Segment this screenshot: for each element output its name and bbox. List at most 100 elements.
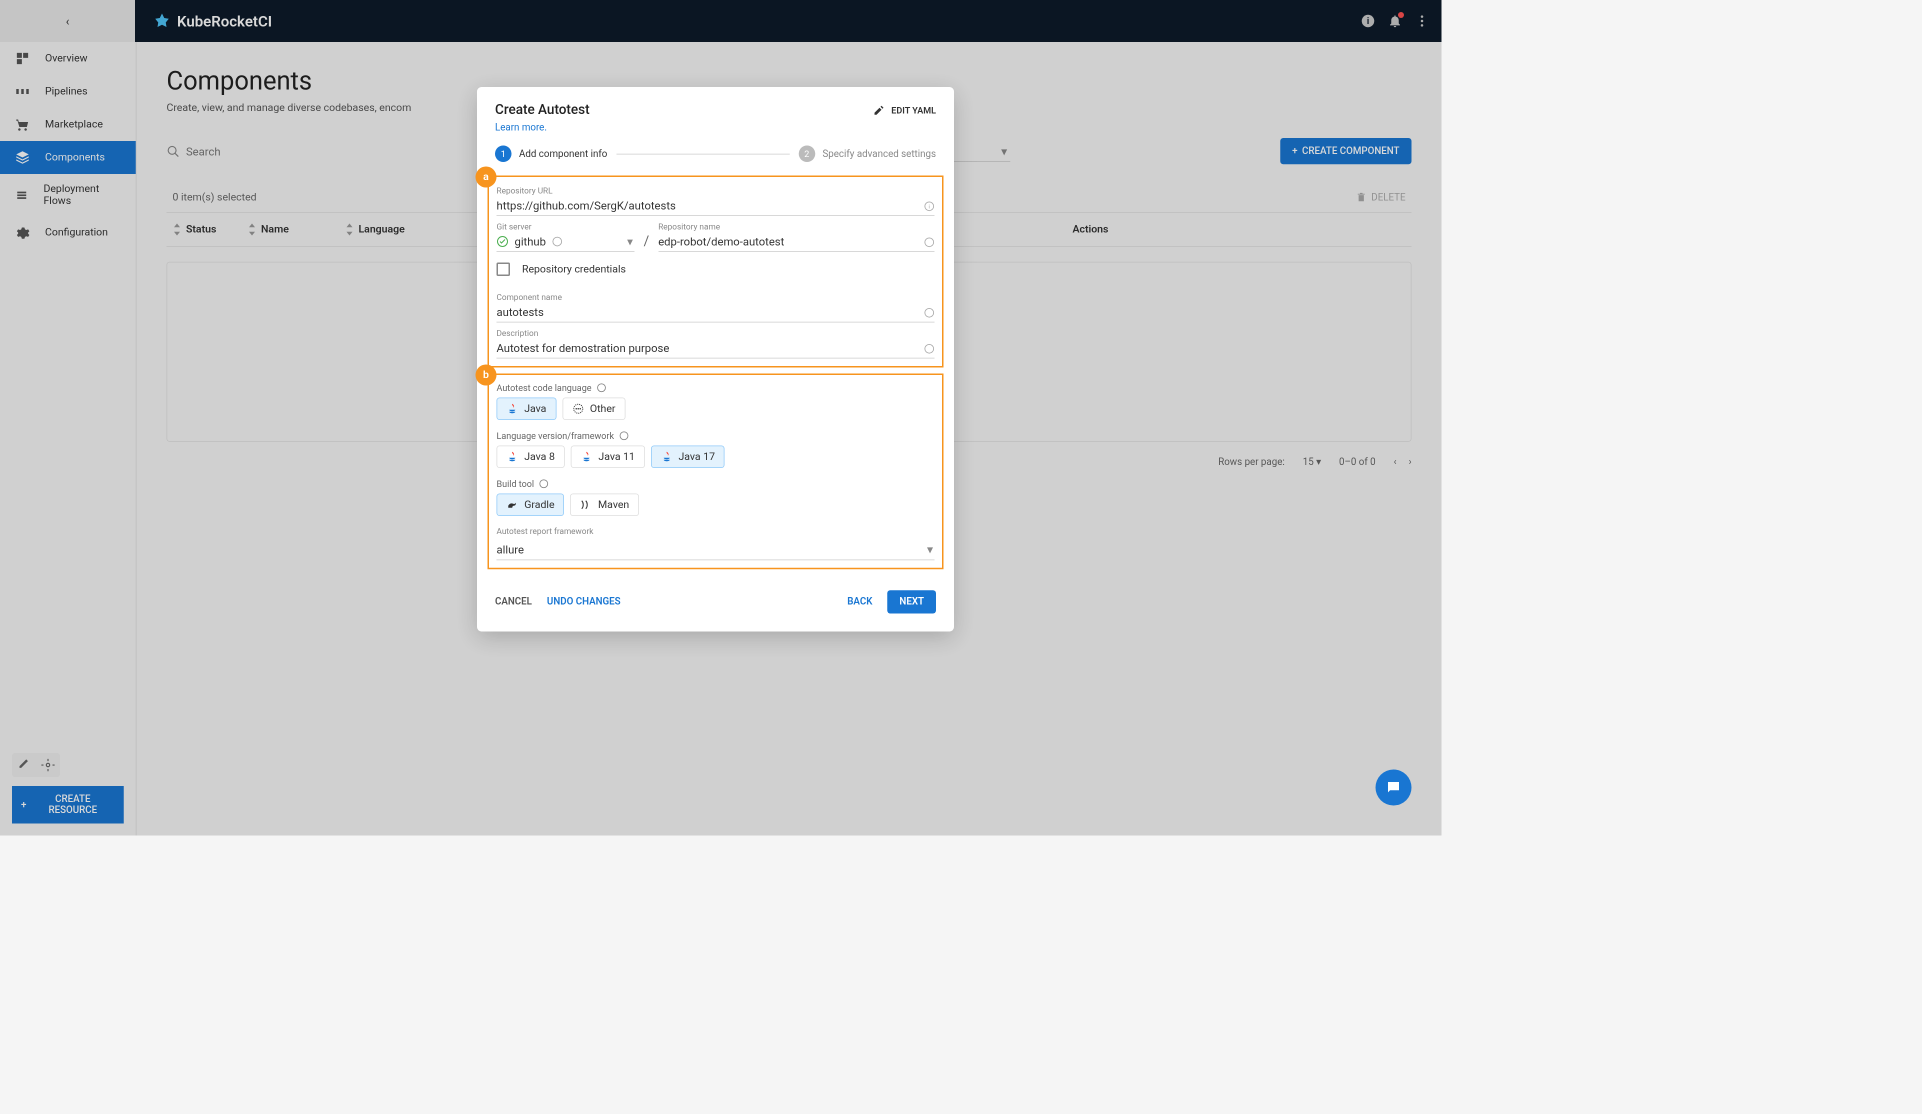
button-label: EDIT YAML	[891, 105, 936, 116]
button-label: CREATE COMPONENT	[1302, 146, 1399, 157]
component-info-section: a Repository URL i Git server github ▾ /	[488, 176, 944, 368]
bell-icon[interactable]	[1388, 14, 1403, 29]
create-component-button[interactable]: + CREATE COMPONENT	[1280, 138, 1411, 164]
app-header: ‹ KubeRocketCI i	[0, 0, 1442, 42]
info-icon[interactable]	[596, 383, 607, 394]
svg-text:i: i	[929, 204, 930, 210]
chevron-down-icon: ▾	[927, 542, 935, 556]
path-separator: /	[644, 233, 650, 252]
gear-icon	[15, 225, 30, 240]
button-label: CREATE RESOURCE	[31, 794, 115, 817]
cart-icon	[15, 117, 30, 132]
component-name-input[interactable]	[497, 302, 935, 322]
chip-java-17[interactable]: Java 17	[651, 446, 725, 469]
info-icon[interactable]	[924, 344, 935, 355]
prev-page-icon[interactable]: ‹	[1394, 457, 1397, 468]
edit-yaml-button[interactable]: EDIT YAML	[873, 104, 936, 116]
search-icon	[167, 144, 181, 158]
undo-button[interactable]: UNDO CHANGES	[547, 596, 621, 607]
info-icon[interactable]	[924, 237, 935, 248]
chevron-left-icon: ‹	[66, 14, 70, 28]
rows-select[interactable]: 15 ▾	[1303, 457, 1321, 468]
brand[interactable]: KubeRocketCI	[153, 12, 272, 30]
sidebar-item-label: Configuration	[45, 227, 108, 239]
flow-icon	[15, 188, 28, 203]
field-label: Description	[497, 329, 935, 339]
step-1-label: Add component info	[519, 148, 607, 159]
delete-button[interactable]: DELETE	[1356, 191, 1405, 203]
credentials-checkbox[interactable]	[497, 263, 511, 277]
chip-maven[interactable]: Maven	[570, 494, 639, 517]
report-framework-select[interactable]: allure ▾	[497, 539, 935, 560]
section-label: Language version/framework	[497, 431, 615, 442]
section-label: Autotest code language	[497, 383, 592, 394]
learn-more-link[interactable]: Learn more.	[477, 118, 954, 146]
sidebar-item-label: Pipelines	[45, 86, 88, 98]
column-header[interactable]: Language	[359, 224, 405, 236]
description-input[interactable]	[497, 338, 935, 358]
sort-icon[interactable]	[248, 224, 257, 236]
trash-icon	[1356, 192, 1367, 203]
info-icon[interactable]	[619, 431, 630, 442]
chip-java[interactable]: Java	[497, 398, 557, 421]
settings-icon[interactable]	[39, 756, 57, 774]
button-label: DELETE	[1371, 192, 1405, 203]
step-2-number: 2	[798, 146, 815, 163]
create-autotest-modal: Create Autotest EDIT YAML Learn more. 1 …	[477, 87, 954, 632]
chat-icon	[1385, 779, 1402, 796]
modal-title: Create Autotest	[495, 102, 590, 118]
brand-text: KubeRocketCI	[177, 12, 272, 30]
sidebar-item-label: Components	[45, 152, 105, 164]
check-icon	[497, 236, 509, 248]
info-icon[interactable]	[539, 479, 550, 490]
pipeline-icon	[15, 84, 30, 99]
brush-icon[interactable]	[15, 756, 33, 774]
range-text: 0–0 of 0	[1339, 457, 1376, 468]
svg-text:i: i	[1367, 17, 1369, 27]
step-2-label: Specify advanced settings	[822, 148, 936, 159]
sidebar-item-label: Marketplace	[45, 119, 103, 131]
git-server-select[interactable]: github ▾	[497, 232, 635, 252]
sort-icon[interactable]	[173, 224, 182, 236]
callout-a: a	[476, 167, 497, 188]
chat-fab[interactable]	[1376, 770, 1412, 806]
chevron-down-icon: ▾	[1001, 144, 1007, 158]
step-1-number: 1	[495, 146, 512, 163]
next-page-icon[interactable]: ›	[1409, 457, 1412, 468]
kebab-icon[interactable]	[1415, 14, 1430, 29]
chip-java-11[interactable]: Java 11	[571, 446, 645, 469]
info-icon[interactable]: i	[924, 201, 935, 212]
repo-url-input[interactable]	[497, 196, 935, 216]
field-label: Repository URL	[497, 186, 935, 196]
column-header[interactable]: Name	[261, 224, 289, 236]
chip-other[interactable]: Other	[562, 398, 625, 421]
sidebar-item-marketplace[interactable]: Marketplace	[0, 108, 136, 141]
plus-icon: +	[21, 799, 26, 810]
notification-dot	[1398, 12, 1404, 18]
rows-label: Rows per page:	[1218, 457, 1285, 468]
create-resource-button[interactable]: + CREATE RESOURCE	[12, 786, 124, 824]
sidebar: Overview Pipelines Marketplace Component…	[0, 42, 137, 836]
info-icon[interactable]: i	[1361, 14, 1376, 29]
sidebar-item-label: Overview	[45, 53, 88, 65]
sidebar-item-pipelines[interactable]: Pipelines	[0, 75, 136, 108]
back-button[interactable]: BACK	[847, 596, 872, 607]
header-collapse[interactable]: ‹	[0, 0, 135, 42]
sidebar-item-deployment[interactable]: Deployment Flows	[0, 174, 136, 216]
sidebar-item-configuration[interactable]: Configuration	[0, 216, 136, 249]
chip-java-8[interactable]: Java 8	[497, 446, 565, 469]
callout-b: b	[476, 365, 497, 386]
stepper: 1 Add component info 2 Specify advanced …	[477, 146, 954, 176]
next-button[interactable]: NEXT	[887, 590, 936, 613]
cancel-button[interactable]: CANCEL	[495, 596, 532, 607]
sidebar-item-components[interactable]: Components	[0, 141, 136, 174]
chip-gradle[interactable]: Gradle	[497, 494, 565, 517]
search-input[interactable]	[186, 144, 335, 158]
sort-icon[interactable]	[345, 224, 354, 236]
sidebar-item-overview[interactable]: Overview	[0, 42, 136, 75]
column-header[interactable]: Status	[186, 224, 216, 236]
repo-name-input[interactable]	[658, 232, 934, 252]
layers-icon	[15, 150, 30, 165]
info-icon[interactable]	[924, 308, 935, 319]
language-section: b Autotest code language JavaOther Langu…	[488, 374, 944, 570]
